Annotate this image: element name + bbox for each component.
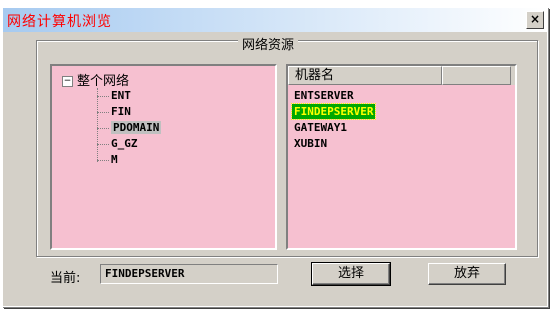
tree-branch-line	[97, 143, 109, 145]
tree-item-g-gz[interactable]: G_GZ	[97, 136, 138, 152]
close-button[interactable]: ×	[526, 11, 544, 29]
tree-item-label: G_GZ	[111, 137, 138, 150]
tree-branch-line	[97, 111, 109, 113]
tree-branch-line	[97, 95, 109, 97]
title-bar[interactable]: 网络计算机浏览 ×	[3, 8, 547, 32]
tree-root-label: 整个网络	[77, 74, 130, 89]
group-title: 网络资源	[238, 34, 299, 53]
tree-item-label: PDOMAIN	[111, 121, 162, 134]
collapse-toggle-icon[interactable]: −	[62, 76, 73, 87]
current-selection-field: FINDEPSERVER	[100, 264, 278, 284]
column-header-empty[interactable]	[442, 66, 511, 85]
list-item-findepserver[interactable]: FINDEPSERVER	[290, 103, 377, 120]
tree-item-pdomain[interactable]: PDOMAIN	[97, 120, 162, 136]
tree-root[interactable]: − 整个网络	[62, 70, 129, 89]
column-header-machine-name[interactable]: 机器名	[288, 66, 442, 85]
machine-list[interactable]: 机器名 ENTSERVER FINDEPSERVER GATEWAY1 XUBI…	[286, 64, 517, 250]
select-button[interactable]: 选择	[311, 262, 391, 286]
list-item-xubin[interactable]: XUBIN	[294, 136, 327, 151]
tree-branch-line	[97, 159, 109, 161]
list-item-gateway1[interactable]: GATEWAY1	[294, 120, 347, 135]
cancel-button[interactable]: 放弃	[428, 263, 506, 285]
tree-item-ent[interactable]: ENT	[97, 88, 131, 104]
network-tree[interactable]: − 整个网络 ENT FIN PDOMAIN G_GZ M	[50, 64, 277, 250]
list-header: 机器名	[288, 66, 515, 85]
tree-item-label: ENT	[111, 89, 131, 102]
list-item-entserver[interactable]: ENTSERVER	[294, 88, 354, 103]
tree-item-label: M	[111, 153, 118, 166]
tree-item-label: FIN	[111, 105, 131, 118]
tree-item-fin[interactable]: FIN	[97, 104, 131, 120]
current-label: 当前:	[50, 271, 81, 286]
tree-item-m[interactable]: M	[97, 152, 118, 168]
tree-branch-line	[97, 127, 109, 129]
window-title: 网络计算机浏览	[7, 14, 112, 30]
